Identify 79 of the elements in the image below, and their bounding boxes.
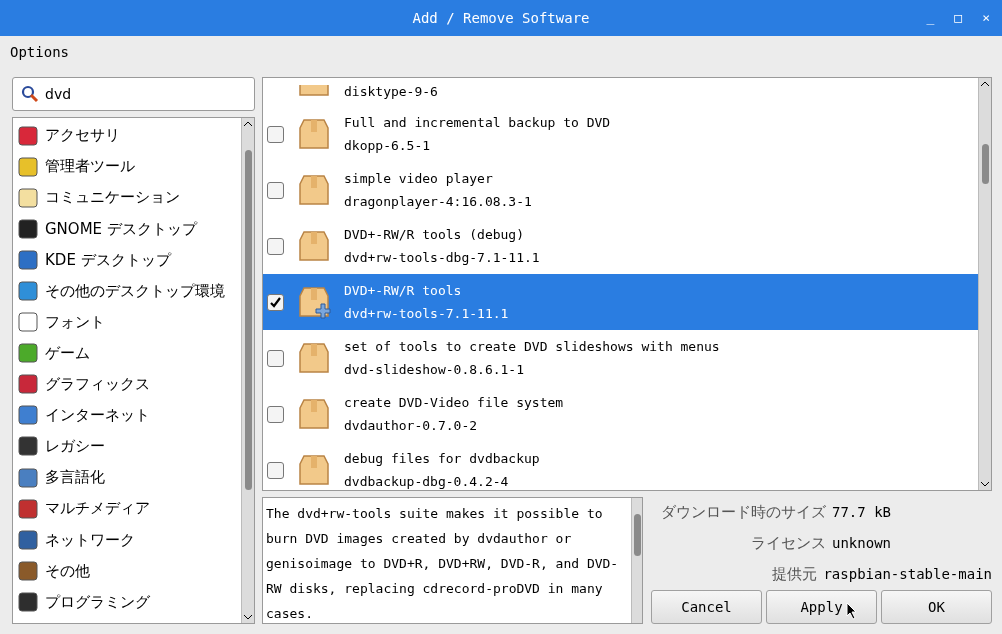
package-checkbox[interactable] bbox=[267, 461, 284, 479]
package-checkbox[interactable] bbox=[267, 349, 284, 367]
scrollbar-thumb[interactable] bbox=[633, 514, 641, 556]
detail-label: ライセンス bbox=[751, 533, 826, 555]
category-icon bbox=[17, 559, 39, 582]
package-checkbox[interactable] bbox=[267, 181, 284, 199]
category-icon bbox=[17, 311, 39, 334]
category-icon bbox=[17, 466, 39, 489]
category-item[interactable]: インターネット bbox=[45, 404, 150, 427]
category-item[interactable]: プログラミング bbox=[45, 590, 150, 614]
menu-item[interactable]: Options bbox=[8, 41, 71, 63]
scrollbar[interactable] bbox=[631, 498, 642, 623]
category-item[interactable]: その他 bbox=[45, 559, 90, 583]
package-summary: debug files for dvdbackup bbox=[344, 449, 540, 468]
category-item[interactable]: 多言語化 bbox=[45, 466, 105, 489]
category-item[interactable]: コミュニケーション bbox=[45, 186, 180, 209]
package-checkbox[interactable] bbox=[267, 405, 284, 423]
close-button[interactable]: × bbox=[978, 8, 994, 28]
category-icon bbox=[17, 404, 39, 427]
package-name: dvdbackup-dbg-0.4.2-4 bbox=[344, 473, 510, 490]
package-description: The dvd+rw-tools suite makes it possible to burn DVD images created by dvdauthor or genisoimage to DVD+R, DVD+RW, DVD-R, and DVD-RW disks, replacing cdrecord-proDVD in many cases. bbox=[265, 505, 620, 623]
category-icon bbox=[17, 497, 39, 520]
package-name: dkopp-6.5-1 bbox=[344, 137, 432, 155]
package-checkbox[interactable] bbox=[267, 125, 284, 143]
category-icon bbox=[17, 248, 39, 271]
mouse-pointer-icon bbox=[846, 602, 858, 620]
category-icon bbox=[17, 124, 39, 147]
category-icon bbox=[17, 435, 39, 458]
category-item[interactable]: マルチメディア bbox=[45, 497, 150, 520]
category-icon bbox=[17, 186, 39, 209]
category-item[interactable]: アクセサリ bbox=[45, 124, 120, 147]
package-name: dragonplayer-4:16.08.3-1 bbox=[344, 193, 532, 211]
package-summary: DVD+-RW/R tools bbox=[344, 281, 463, 300]
category-item[interactable]: ゲーム bbox=[45, 341, 90, 365]
category-item[interactable]: KDE デスクトップ bbox=[45, 248, 171, 272]
detail-value: unknown bbox=[832, 534, 892, 553]
minimize-button[interactable]: _ bbox=[922, 8, 939, 28]
category-item[interactable]: 管理者ツール bbox=[45, 155, 135, 178]
category-icon bbox=[17, 217, 39, 240]
category-item[interactable]: その他のデスクトップ環境 bbox=[45, 279, 225, 303]
package-summary: DVD+-RW/R tools (debug) bbox=[344, 225, 525, 244]
package-checkbox[interactable] bbox=[267, 293, 284, 311]
dialog-button[interactable]: OK bbox=[881, 590, 992, 624]
package-name: dvdauthor-0.7.0-2 bbox=[344, 417, 479, 435]
category-item[interactable]: ネットワーク bbox=[45, 528, 135, 551]
search-field[interactable]: dvd bbox=[12, 77, 255, 111]
category-item[interactable]: グラフィックス bbox=[45, 373, 150, 396]
detail-label: ダウンロード時のサイズ bbox=[661, 502, 826, 524]
package-summary: simple video player bbox=[344, 169, 494, 188]
category-icon bbox=[17, 373, 39, 396]
category-item[interactable]: レガシー bbox=[45, 435, 105, 458]
maximize-button[interactable]: □ bbox=[950, 8, 967, 28]
package-checkbox[interactable] bbox=[267, 237, 284, 255]
scrollbar[interactable] bbox=[241, 118, 254, 623]
search-icon bbox=[21, 85, 39, 103]
category-icon bbox=[17, 528, 39, 551]
detail-value: 77.7 kB bbox=[832, 503, 892, 522]
package-summary: set of tools to create DVD slideshows with menus bbox=[344, 337, 720, 356]
detail-label: 提供元 bbox=[772, 564, 818, 586]
category-item[interactable]: GNOME デスクトップ bbox=[45, 217, 197, 241]
scrollbar[interactable] bbox=[978, 78, 991, 490]
scrollbar-thumb[interactable] bbox=[244, 150, 252, 490]
window-title: Add / Remove Software bbox=[412, 8, 590, 28]
package-row[interactable]: DVD+-RW/R tools dvd+rw-tools-7.1-11.1 bbox=[263, 274, 978, 330]
package-name: disktype-9-6 bbox=[344, 83, 438, 102]
package-summary: Full and incremental backup to DVD bbox=[344, 113, 611, 132]
package-name: dvd+rw-tools-7.1-11.1 bbox=[344, 305, 509, 323]
category-icon bbox=[17, 590, 39, 613]
category-item[interactable]: フォント bbox=[45, 310, 105, 334]
package-name: dvd+rw-tools-dbg-7.1-11.1 bbox=[344, 249, 540, 267]
category-icon bbox=[17, 280, 39, 302]
detail-value: raspbian-stable-main bbox=[823, 565, 992, 584]
scrollbar-thumb[interactable] bbox=[981, 144, 989, 184]
package-summary: create DVD-Video file system bbox=[344, 393, 564, 412]
dialog-button[interactable]: Cancel bbox=[651, 590, 762, 624]
package-name: dvd-slideshow-0.8.6.1-1 bbox=[344, 361, 525, 379]
category-icon bbox=[17, 155, 39, 178]
dialog-button[interactable]: Apply bbox=[766, 590, 877, 624]
category-icon bbox=[17, 342, 39, 365]
